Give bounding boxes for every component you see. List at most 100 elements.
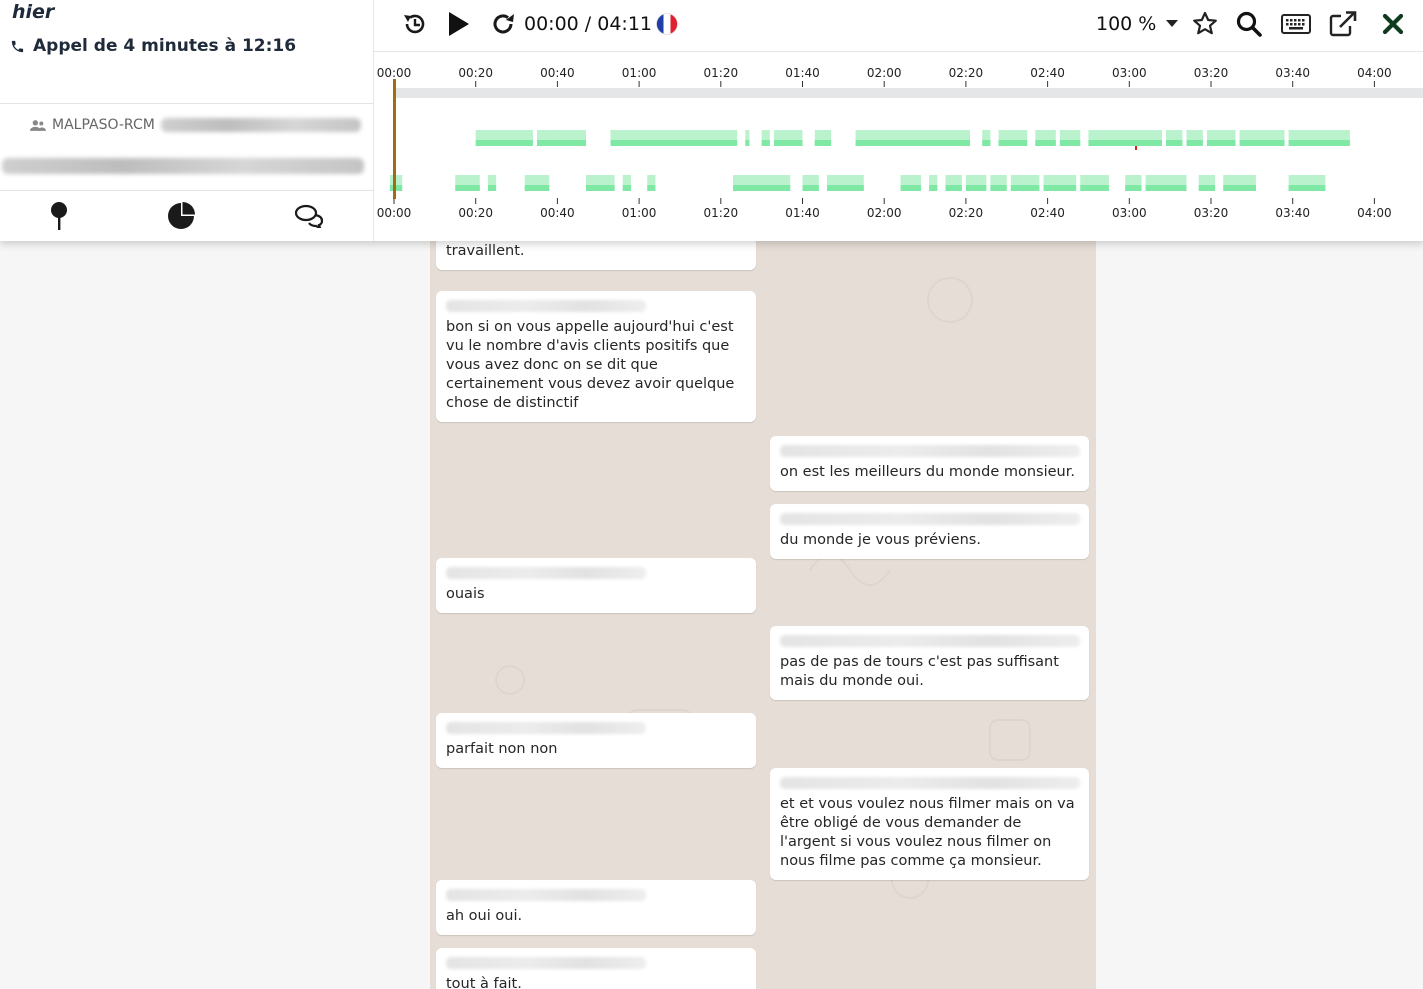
speech-segment[interactable]: [1206, 140, 1236, 146]
speech-segment[interactable]: [827, 185, 864, 191]
message-left: tout à fait.: [436, 948, 756, 989]
phone-numbers-blurred: [2, 158, 364, 174]
call-header: hier Appel de 4 minutes à 12:16 MALPASO-…: [0, 0, 1423, 241]
speech-segment[interactable]: [773, 140, 803, 146]
tick-label: 00:40: [540, 206, 575, 220]
play-icon: [449, 12, 469, 36]
speech-segment[interactable]: [585, 185, 615, 191]
speech-segment[interactable]: [945, 185, 962, 191]
group-name: MALPASO-RCM: [52, 117, 155, 133]
tick-label: 02:40: [1030, 66, 1065, 80]
message-right: on est les meilleurs du monde monsieur.: [770, 436, 1089, 491]
speech-segment[interactable]: [814, 140, 832, 146]
restart-icon: [404, 14, 425, 34]
speech-segment[interactable]: [1088, 140, 1162, 146]
tick-label: 02:20: [949, 66, 984, 80]
keyboard-shortcuts-button[interactable]: [1281, 8, 1311, 40]
close-button[interactable]: [1382, 8, 1404, 40]
zoom-selector[interactable]: 100 %: [1096, 8, 1179, 40]
message-meta-blurred: [780, 445, 1080, 457]
speech-segment[interactable]: [1125, 185, 1142, 191]
timeline-svg[interactable]: 00:00 00:20 00:40 01:00 01:20 01:40 02:00 02:20…: [374, 52, 1423, 241]
speech-segment[interactable]: [761, 140, 770, 146]
pie-chart-icon[interactable]: [167, 202, 195, 230]
speech-segment[interactable]: [1166, 140, 1183, 146]
external-link-icon: [1329, 11, 1357, 37]
speech-segment[interactable]: [1288, 140, 1350, 146]
message-meta-blurred: [780, 635, 1080, 647]
call-info-panel: hier Appel de 4 minutes à 12:16 MALPASO-…: [0, 0, 374, 241]
speech-segment[interactable]: [622, 185, 631, 191]
playhead[interactable]: [393, 79, 396, 199]
group-row: MALPASO-RCM: [30, 117, 361, 133]
open-external-button[interactable]: [1329, 8, 1357, 40]
speech-segment[interactable]: [1198, 185, 1216, 191]
tick-label: 01:40: [785, 206, 820, 220]
speech-segment[interactable]: [900, 185, 921, 191]
speaker-1-track[interactable]: [475, 130, 1350, 146]
speech-segment[interactable]: [455, 185, 480, 191]
speech-segment[interactable]: [1239, 140, 1285, 146]
tick-label: 03:00: [1112, 206, 1147, 220]
speaker-2-track[interactable]: [389, 175, 1326, 191]
star-icon: [1193, 11, 1217, 35]
message-meta-blurred: [780, 777, 1080, 789]
message-text: ah oui oui.: [446, 908, 523, 924]
speech-segment[interactable]: [965, 185, 987, 191]
language-selector[interactable]: [656, 8, 678, 40]
play-button[interactable]: [447, 8, 471, 40]
day-label: hier: [12, 1, 55, 23]
message-right: pas de pas de tours c'est pas suffisant …: [770, 626, 1089, 700]
transcript-chat[interactable]: raconter l'histoire des coiffeurs qui y …: [430, 240, 1096, 989]
message-text: raconter l'histoire des coiffeurs qui y …: [446, 243, 525, 259]
tick-label: 02:00: [867, 206, 902, 220]
speech-segment[interactable]: [1223, 185, 1256, 191]
chat-icon[interactable]: [294, 204, 324, 228]
restart-button[interactable]: [402, 8, 428, 40]
favorite-button[interactable]: [1192, 8, 1218, 40]
speech-segment[interactable]: [1035, 140, 1056, 146]
speech-segment[interactable]: [745, 140, 750, 146]
speech-segment[interactable]: [990, 185, 1007, 191]
redo-button[interactable]: [490, 8, 516, 40]
speech-segment[interactable]: [929, 185, 938, 191]
speech-segment[interactable]: [998, 140, 1028, 146]
caret-down-icon: [1166, 20, 1179, 27]
bottom-time-axis: 00:00 00:20 00:40 01:00 01:20 01:40 02:00 02:20…: [377, 198, 1392, 220]
message-meta-blurred: [446, 300, 646, 312]
tick-label: 01:00: [622, 206, 657, 220]
message-text: on est les meilleurs du monde monsieur.: [780, 464, 1075, 480]
message-text: du monde je vous préviens.: [780, 532, 981, 548]
speech-segment[interactable]: [1059, 140, 1081, 146]
speech-segment[interactable]: [557, 140, 586, 146]
message-left: raconter l'histoire des coiffeurs qui y …: [436, 240, 756, 270]
speech-segment[interactable]: [389, 185, 403, 191]
tick-label: 00:40: [540, 66, 575, 80]
speech-segment[interactable]: [487, 185, 497, 191]
speech-segment[interactable]: [1010, 185, 1040, 191]
audio-timeline[interactable]: 00:00 00:20 00:40 01:00 01:20 01:40 02:00 02:20…: [374, 52, 1423, 241]
phone-icon: [11, 40, 24, 52]
speech-segment[interactable]: [536, 140, 558, 146]
tick-label: 02:40: [1030, 206, 1065, 220]
speech-segment[interactable]: [647, 185, 656, 191]
message-text: ouais: [446, 586, 485, 602]
tick-label: 02:20: [949, 206, 984, 220]
speech-segment[interactable]: [1043, 185, 1077, 191]
message-meta-blurred: [780, 513, 1080, 525]
message-text: pas de pas de tours c'est pas suffisant …: [780, 654, 1059, 689]
speech-segment[interactable]: [1080, 185, 1109, 191]
timeline-scrollbar-track[interactable]: [394, 88, 1423, 98]
speech-segment[interactable]: [1145, 185, 1187, 191]
search-button[interactable]: [1236, 8, 1262, 40]
speech-segment[interactable]: [1186, 140, 1203, 146]
map-pin-icon[interactable]: [50, 201, 68, 231]
speech-segment[interactable]: [855, 140, 970, 146]
speech-segment[interactable]: [524, 185, 550, 191]
speech-segment[interactable]: [982, 140, 991, 146]
speech-segment[interactable]: [475, 140, 533, 146]
speech-segment[interactable]: [1288, 185, 1326, 191]
speech-segment[interactable]: [802, 185, 819, 191]
speech-segment[interactable]: [733, 185, 791, 191]
speech-segment[interactable]: [610, 140, 738, 146]
